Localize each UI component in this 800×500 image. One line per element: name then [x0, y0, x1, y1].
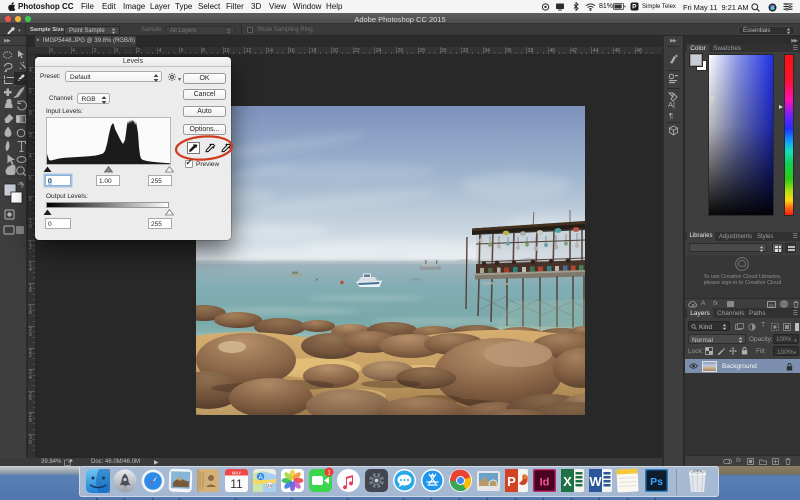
svg-text:W: W: [589, 474, 602, 489]
svg-text:P: P: [507, 474, 516, 489]
svg-text:Ps: Ps: [650, 476, 663, 488]
svg-text:1: 1: [327, 469, 331, 476]
svg-text:A: A: [258, 475, 262, 481]
svg-text:Id: Id: [540, 477, 550, 489]
svg-text:36: 36: [267, 483, 273, 488]
svg-text:11: 11: [230, 477, 243, 491]
svg-text:X: X: [563, 474, 572, 489]
svg-text:MAY: MAY: [232, 471, 241, 476]
